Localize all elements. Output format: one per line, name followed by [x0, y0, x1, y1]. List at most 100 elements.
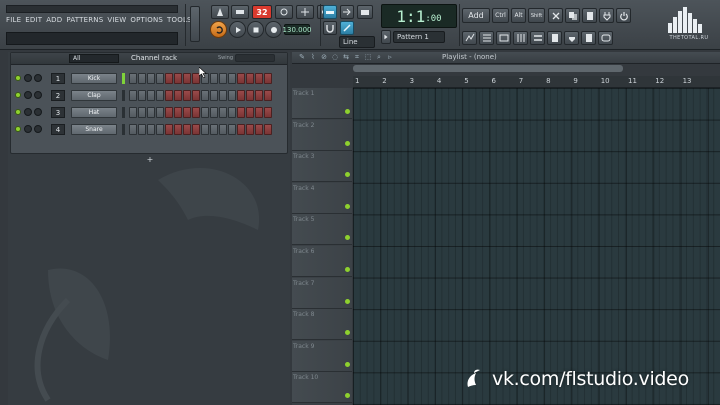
channel-name-button[interactable]: Clap: [71, 90, 117, 101]
menu-item-patterns[interactable]: PATTERNS: [66, 16, 103, 29]
track-header[interactable]: Track 6: [292, 246, 352, 277]
track-enable-led[interactable]: [345, 109, 350, 114]
step-button[interactable]: [228, 73, 236, 84]
track-header[interactable]: Track 4: [292, 182, 352, 214]
step-button[interactable]: [156, 90, 164, 101]
loop-record-icon[interactable]: [210, 21, 227, 38]
track-header[interactable]: Track 1: [292, 88, 352, 119]
channel-volume-knob[interactable]: [34, 125, 42, 133]
step-button[interactable]: [129, 124, 137, 135]
pattern-selector[interactable]: Pattern 1: [393, 31, 445, 43]
step-button[interactable]: [156, 73, 164, 84]
step-button[interactable]: [210, 124, 218, 135]
delete-icon[interactable]: ⊘: [320, 53, 328, 62]
step-button[interactable]: [210, 90, 218, 101]
channel-active-led[interactable]: [15, 75, 21, 81]
channel-pan-knob[interactable]: [24, 74, 32, 82]
step-button[interactable]: [165, 73, 173, 84]
step-button[interactable]: [138, 73, 146, 84]
playback-icon[interactable]: ▹: [386, 53, 394, 62]
channel-volume-knob[interactable]: [34, 74, 42, 82]
channel-name-button[interactable]: Kick: [71, 73, 117, 84]
wait-input-icon[interactable]: [275, 5, 293, 19]
step-button[interactable]: [201, 124, 209, 135]
channel-mixer-track[interactable]: 4: [51, 124, 65, 135]
channel-volume-knob[interactable]: [34, 91, 42, 99]
step-button[interactable]: [183, 107, 191, 118]
step-button[interactable]: [138, 90, 146, 101]
swing-slider[interactable]: [235, 54, 275, 62]
step-button[interactable]: [165, 124, 173, 135]
step-button[interactable]: [138, 124, 146, 135]
channel-mixer-track[interactable]: 3: [51, 107, 65, 118]
channel-active-led[interactable]: [15, 126, 21, 132]
snap-mode-icon[interactable]: [323, 5, 337, 19]
step-button[interactable]: [147, 90, 155, 101]
step-button[interactable]: [156, 124, 164, 135]
track-enable-led[interactable]: [345, 298, 350, 304]
channel-active-led[interactable]: [15, 109, 21, 115]
arrow-right-icon[interactable]: [340, 5, 354, 19]
channel-select-indicator[interactable]: [122, 124, 125, 135]
step-button[interactable]: [192, 124, 200, 135]
step-button[interactable]: [264, 124, 272, 135]
step-button[interactable]: [138, 107, 146, 118]
step-button[interactable]: [219, 107, 227, 118]
channel-pan-knob[interactable]: [24, 91, 32, 99]
snap-select[interactable]: Line: [339, 36, 375, 48]
pencil-icon[interactable]: ✎: [298, 53, 306, 62]
track-enable-led[interactable]: [345, 172, 350, 178]
step-button[interactable]: [129, 90, 137, 101]
add-button[interactable]: Add: [462, 8, 490, 23]
step-button[interactable]: [255, 124, 263, 135]
step-button[interactable]: [237, 73, 245, 84]
track-header[interactable]: Track 9: [292, 340, 352, 372]
step-button[interactable]: [129, 73, 137, 84]
plugin-picker-icon[interactable]: [564, 31, 579, 45]
step-button[interactable]: [147, 73, 155, 84]
metronome-icon[interactable]: [211, 5, 229, 19]
step-button[interactable]: [210, 73, 218, 84]
step-button[interactable]: [255, 73, 263, 84]
channel-rack-icon[interactable]: [530, 31, 545, 45]
step-button[interactable]: [147, 124, 155, 135]
menu-item-tools[interactable]: TOOLS: [167, 16, 192, 29]
track-header[interactable]: Track 3: [292, 151, 352, 183]
play-button[interactable]: [229, 21, 246, 38]
channel-row[interactable]: 3 Hat: [15, 106, 281, 119]
step-button[interactable]: [219, 73, 227, 84]
mute-icon[interactable]: ◌: [331, 53, 339, 62]
stop-button[interactable]: [247, 21, 264, 38]
track-header[interactable]: Track 5: [292, 214, 352, 246]
menu-item-file[interactable]: FILE: [6, 16, 21, 29]
channel-pan-knob[interactable]: [24, 125, 32, 133]
step-button[interactable]: [192, 107, 200, 118]
step-button[interactable]: [174, 124, 182, 135]
step-button[interactable]: [165, 107, 173, 118]
step-button[interactable]: [210, 107, 218, 118]
step-button[interactable]: [147, 107, 155, 118]
step-button[interactable]: [192, 90, 200, 101]
channel-active-led[interactable]: [15, 92, 21, 98]
shift-key-button[interactable]: Shift: [528, 8, 545, 23]
menu-item-view[interactable]: VIEW: [107, 16, 126, 29]
browser-icon[interactable]: [547, 31, 562, 45]
step-button[interactable]: [246, 124, 254, 135]
step-button[interactable]: [174, 73, 182, 84]
step-button[interactable]: [246, 73, 254, 84]
save-icon[interactable]: [581, 31, 596, 45]
mixer-icon[interactable]: [513, 31, 528, 45]
step-button[interactable]: [255, 90, 263, 101]
step-button[interactable]: [183, 73, 191, 84]
help-icon[interactable]: [598, 31, 613, 45]
channel-filter-select[interactable]: All: [69, 54, 119, 63]
magnet-icon[interactable]: [323, 21, 337, 35]
arrow-right-icon[interactable]: [381, 30, 391, 44]
ctrl-key-button[interactable]: Ctrl: [492, 8, 509, 23]
record-button[interactable]: [265, 21, 282, 38]
channel-row[interactable]: 4 Snare: [15, 123, 281, 136]
step-button[interactable]: [165, 90, 173, 101]
countdown-icon[interactable]: [296, 5, 314, 19]
copy-icon[interactable]: [565, 8, 580, 23]
playlist-arrangement-grid[interactable]: [353, 88, 720, 405]
